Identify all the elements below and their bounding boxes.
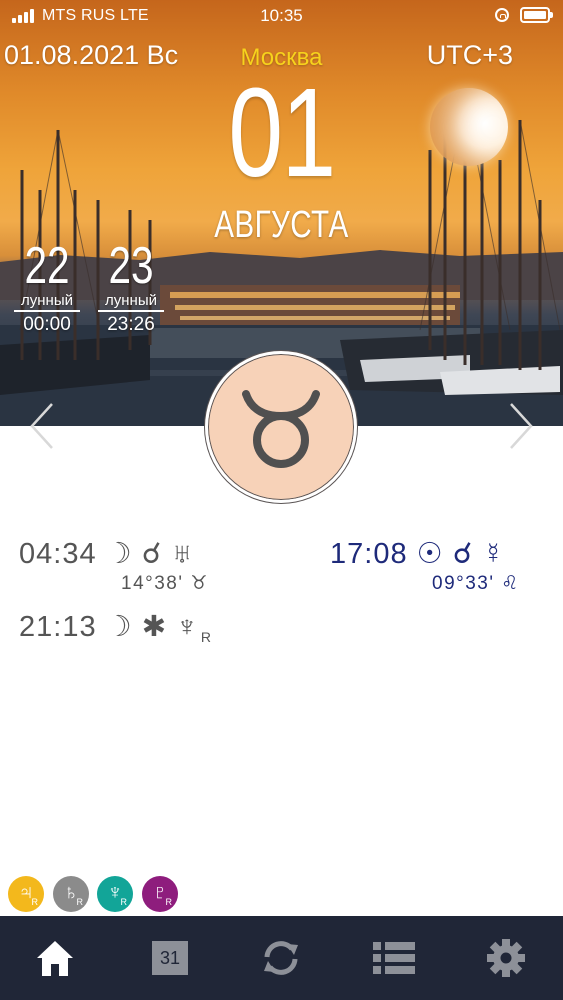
aspect-symbols: ☽ ☌ ♅ (105, 538, 194, 570)
aspect-entry[interactable]: 04:34 ☽ ☌ ♅ 14°38' ♉ (19, 536, 207, 594)
status-time: 10:35 (260, 6, 303, 25)
lunar-day-next: 23 лунный 23:26 (96, 240, 166, 336)
refresh-icon (264, 941, 298, 975)
gear-icon (487, 939, 525, 977)
tab-list[interactable] (369, 936, 419, 980)
home-icon (37, 941, 73, 976)
calendar-icon: 31 (152, 941, 188, 975)
tab-settings[interactable] (481, 936, 531, 980)
next-day-button[interactable] (505, 400, 535, 452)
chevron-left-icon (30, 403, 53, 449)
lunar-day-time: 23:26 (107, 314, 155, 335)
zodiac-sign-badge[interactable] (205, 351, 357, 503)
aspect-symbols: ☉ ☌ ☿ (416, 538, 505, 570)
jupiter-retrograde-icon[interactable]: ♃ R (8, 876, 44, 912)
lunar-day-label: лунный (98, 292, 164, 312)
bottom-tab-bar: 31 (0, 916, 563, 1000)
aspect-entry[interactable]: 21:13 ☽ ✱ ♆ R (19, 609, 212, 645)
aspect-time: 21:13 (19, 611, 97, 643)
pluto-retrograde-icon[interactable]: ♇ R (142, 876, 178, 912)
aspect-position: 14°38' ♉ (121, 573, 209, 594)
rotation-lock-icon (495, 8, 509, 22)
battery-icon (520, 7, 553, 23)
neptune-retrograde-icon[interactable]: ♆ R (97, 876, 133, 912)
aspect-entry[interactable]: 17:08 ☉ ☌ ☿ 09°33' ♌ (330, 536, 518, 594)
aspect-position: 09°33' ♌ (432, 573, 520, 594)
aspect-time: 04:34 (19, 538, 97, 570)
timezone-label: UTC+3 (426, 40, 513, 70)
retrograde-marker: R (200, 629, 212, 645)
chevron-right-icon (510, 403, 533, 449)
aspect-symbols: ☽ ✱ ♆ (105, 611, 199, 643)
saturn-retrograde-icon[interactable]: ♄ R (53, 876, 89, 912)
previous-day-button[interactable] (28, 400, 58, 452)
lunar-day-label: лунный (14, 292, 80, 312)
list-icon (373, 942, 415, 974)
day-number: 01 (228, 62, 336, 203)
lunar-day-number: 22 (24, 237, 70, 295)
taurus-icon (242, 390, 320, 468)
aspect-time: 17:08 (330, 538, 408, 570)
tab-home[interactable] (30, 936, 80, 980)
tab-refresh[interactable] (256, 936, 306, 980)
lunar-day-number: 23 (108, 237, 154, 295)
tab-calendar[interactable]: 31 (144, 936, 194, 980)
lunar-day-time: 00:00 (23, 314, 71, 335)
lunar-day-start: 22 лунный 00:00 (12, 240, 82, 336)
status-bar: MTS RUS LTE 10:35 (0, 0, 563, 32)
